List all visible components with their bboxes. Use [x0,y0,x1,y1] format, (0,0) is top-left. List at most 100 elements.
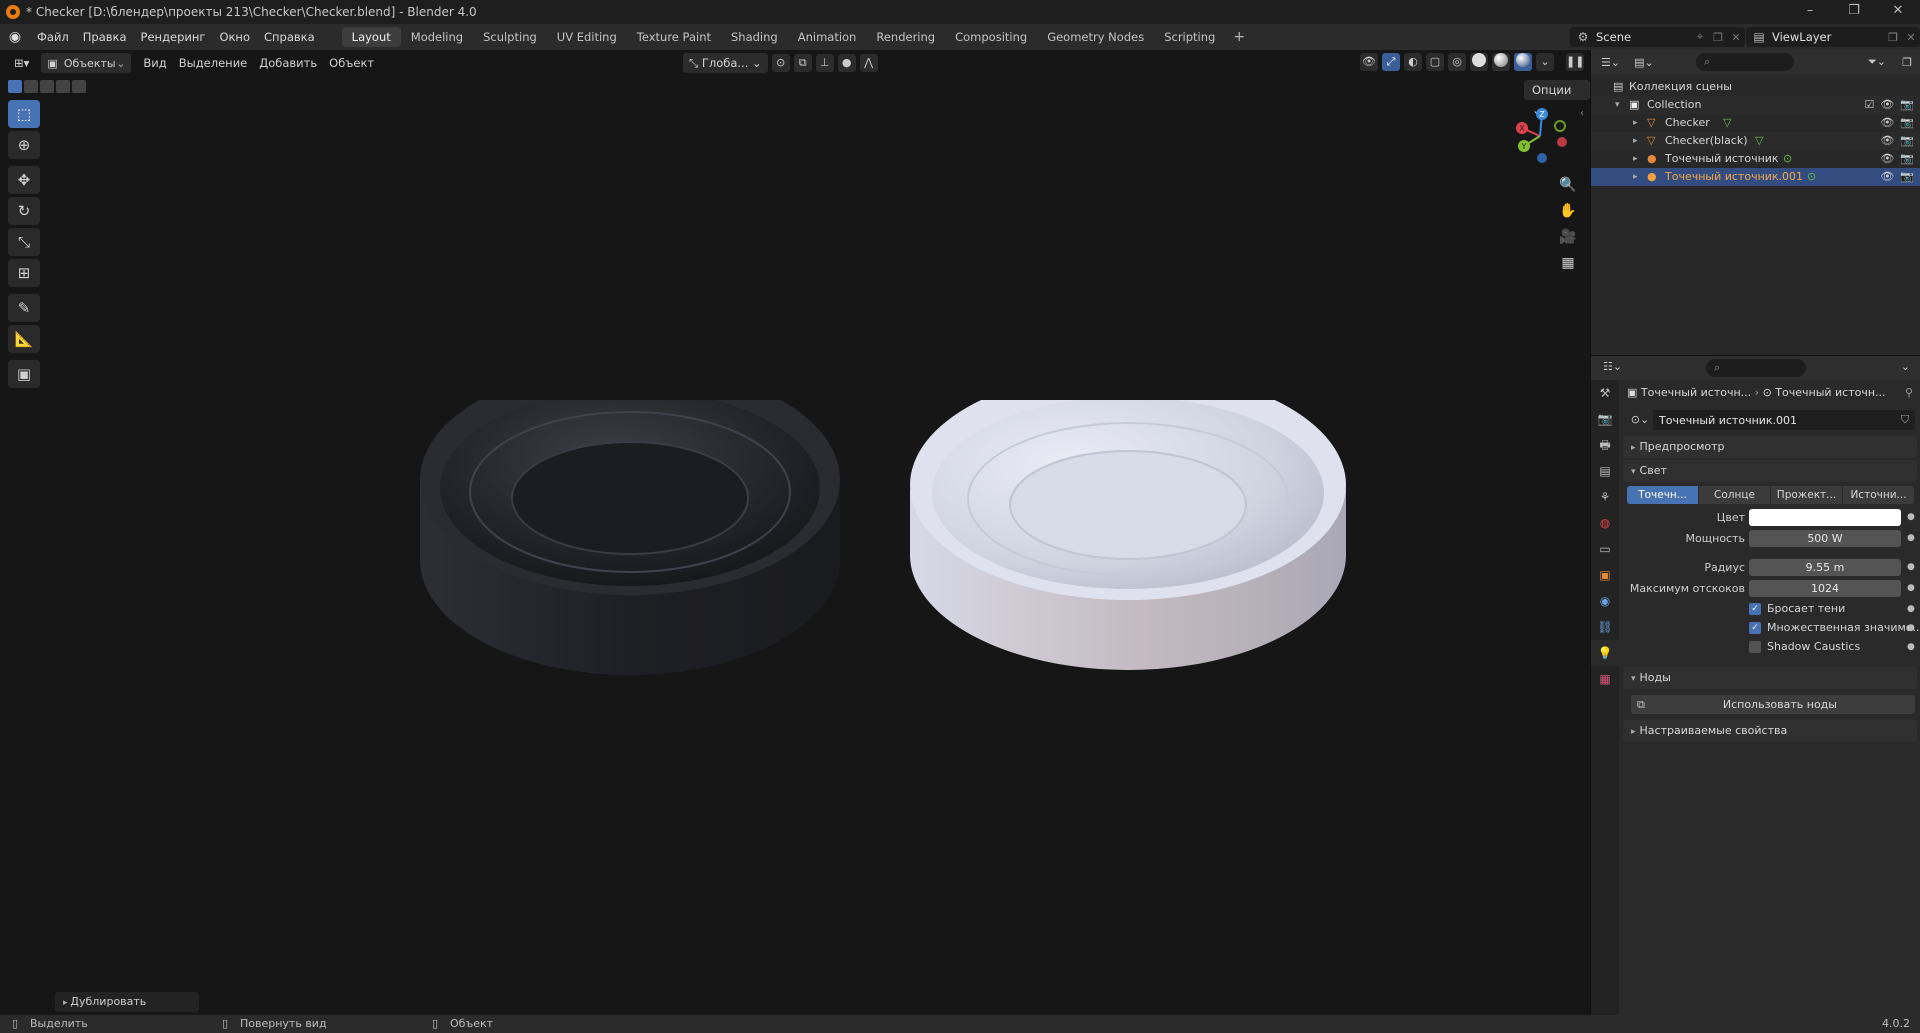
neg-z-axis-handle[interactable] [1537,153,1547,163]
ortho-grid-icon[interactable]: ▦ [1556,255,1580,281]
panel-light[interactable]: ▾ Свет [1623,460,1917,482]
rotate-tool-icon[interactable]: ↻ [8,197,40,225]
tab-sculpting[interactable]: Sculpting [473,27,547,47]
overlays-icon[interactable]: ◐ [1404,53,1422,71]
tool-tab-icon[interactable]: ⚒ [1591,380,1619,406]
tab-uv-editing[interactable]: UV Editing [547,27,627,47]
snap-target-icon[interactable]: ⊥ [815,54,834,72]
pan-hand-icon[interactable]: ✋ [1556,203,1580,229]
camera-icon[interactable]: 📷 [1900,168,1914,186]
tab-rendering[interactable]: Rendering [866,27,945,47]
menu-view[interactable]: Вид [137,53,172,73]
menu-object[interactable]: Объект [323,53,380,73]
mesh-data-icon[interactable]: ▽ [1755,132,1763,150]
falloff-icon[interactable]: ⋀ [859,54,878,72]
camera-view-icon[interactable]: 🎥 [1556,229,1580,255]
light-data-icon[interactable]: ⊙ [1783,150,1792,168]
tab-animation[interactable]: Animation [788,27,867,47]
outliner-row-point-light[interactable]: ▸ ● Точечный источник ⊙ 👁 📷 [1591,150,1920,168]
menu-help[interactable]: Справка [257,24,322,50]
select-box-tool-icon[interactable]: ⬚ [8,100,40,128]
visibility-icon[interactable]: 👁 [1360,53,1378,71]
eye-icon[interactable]: 👁 [1880,96,1894,114]
camera-icon[interactable]: 📷 [1900,132,1914,150]
constraint-tab-icon[interactable]: ⛓ [1591,614,1619,640]
expand-arrow-icon[interactable]: ▸ [1633,114,1638,132]
keyframe-dot-icon[interactable]: ● [1907,508,1915,527]
scene-selector[interactable]: ⚙ Scene ⌖ ❐ ✕ [1570,27,1745,47]
world-tab-icon[interactable]: ◍ [1591,510,1619,536]
select-subtract-icon[interactable] [40,80,54,93]
editor-type-button[interactable]: ⊞▾ [8,53,35,73]
select-intersect-icon[interactable] [72,80,86,93]
radius-field[interactable]: 9.55 m [1749,559,1901,576]
xray-icon[interactable]: ▢ [1426,53,1444,71]
scene-tab-icon[interactable]: ⚘ [1591,484,1619,510]
pause-render-icon[interactable]: ❚❚ [1566,53,1584,71]
rendered-shading-icon[interactable] [1514,53,1532,71]
tab-shading[interactable]: Shading [721,27,788,47]
tab-texture-paint[interactable]: Texture Paint [627,27,721,47]
shading-options-icon[interactable]: ⌄ [1536,53,1554,71]
gizmo-toggle-icon[interactable]: ⤢ [1382,53,1400,71]
keyframe-dot-icon[interactable]: ● [1907,619,1915,637]
last-operator-panel[interactable]: ▸ Дублировать [55,992,199,1012]
expand-arrow-icon[interactable]: ▸ [1633,168,1638,186]
delete-scene-icon[interactable]: ✕ [1727,31,1745,44]
select-new-icon[interactable] [8,80,22,93]
collapse-arrow-icon[interactable]: ▾ [1615,96,1620,114]
close-button[interactable]: ✕ [1876,0,1920,24]
display-mode-icon[interactable]: ▤⌄ [1634,56,1654,69]
properties-editor-type-icon[interactable]: ☷⌄ [1603,360,1622,373]
material-shading-icon[interactable] [1492,53,1510,71]
multiple-importance-checkbox[interactable]: ✓ [1749,622,1761,634]
wireframe-shading-icon[interactable]: ◎ [1448,53,1466,71]
light-type-point[interactable]: Точечн... [1627,486,1699,504]
use-nodes-button[interactable]: ⧉ Использовать ноды [1631,695,1915,714]
proportional-edit-icon[interactable]: ● [837,54,856,72]
new-collection-icon[interactable]: ❐ [1902,56,1912,69]
properties-search-input[interactable]: ⌕ [1706,359,1806,377]
keyframe-dot-icon[interactable]: ● [1907,638,1915,656]
eye-icon[interactable]: 👁 [1880,150,1894,168]
menu-window[interactable]: Окно [212,24,257,50]
keyframe-dot-icon[interactable]: ● [1907,600,1915,618]
mesh-data-icon[interactable]: ▽ [1723,114,1731,132]
outliner-search-input[interactable]: ⌕ [1696,53,1794,71]
navigation-gizmo[interactable]: X Y Z [1510,104,1574,168]
3d-viewport[interactable]: ⊞▾ ▣ Объекты ⌄ Вид Выделение Добавить Об… [0,50,1590,1015]
scale-tool-icon[interactable]: ⤡ [8,228,40,256]
add-workspace-button[interactable]: + [1225,29,1253,45]
transform-orientation-dropdown[interactable]: ⤡ Глоба... ⌄ [683,53,768,73]
view-layer-tab-icon[interactable]: ▤ [1591,458,1619,484]
panel-nodes[interactable]: ▾ Ноды [1623,667,1917,689]
tab-modeling[interactable]: Modeling [401,27,473,47]
interaction-mode-dropdown[interactable]: ▣ Объекты ⌄ [41,53,132,73]
datablock-name[interactable]: Точечный источник.001 [1653,414,1895,427]
solid-shading-icon[interactable] [1470,53,1488,71]
measure-tool-icon[interactable]: 📐 [8,325,40,353]
select-invert-icon[interactable] [56,80,70,93]
texture-tab-icon[interactable]: ▦ [1591,666,1619,692]
exclude-checkbox-icon[interactable]: ☑ [1864,96,1874,114]
properties-options-icon[interactable]: ⌄ [1901,360,1910,373]
scene-name[interactable]: Scene [1596,30,1691,44]
selection-mode-buttons[interactable] [8,80,86,93]
checker-black-object[interactable] [420,400,840,675]
tab-layout[interactable]: Layout [341,27,401,47]
fake-user-icon[interactable]: ⛉ [1895,413,1915,427]
collection-tab-icon[interactable]: ▭ [1591,536,1619,562]
output-tab-icon[interactable]: 🖶 [1591,432,1619,458]
new-scene-icon[interactable]: ❐ [1709,31,1727,44]
annotate-tool-icon[interactable]: ✎ [8,294,40,322]
max-bounces-field[interactable]: 1024 [1749,580,1901,597]
blender-menu-icon[interactable]: ◉ [0,29,30,45]
transform-tool-icon[interactable]: ⊞ [8,259,40,287]
camera-icon[interactable]: 📷 [1900,150,1914,168]
add-cube-tool-icon[interactable]: ▣ [8,360,40,388]
menu-render[interactable]: Рендеринг [134,24,213,50]
minimize-button[interactable]: – [1788,0,1832,24]
color-swatch[interactable] [1749,509,1901,526]
zoom-icon[interactable]: 🔍 [1556,177,1580,203]
scene-objects[interactable] [420,400,1360,760]
